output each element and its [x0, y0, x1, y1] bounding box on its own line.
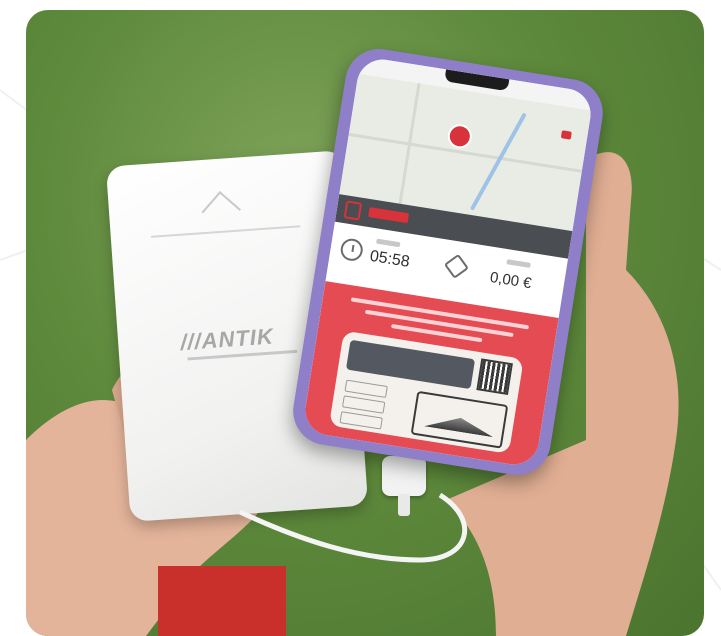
time-caption — [376, 238, 401, 248]
qr-code-icon — [476, 358, 513, 396]
clock-icon — [339, 237, 365, 263]
map-marker[interactable] — [560, 130, 572, 140]
phone-screen: 05:58 0,00 € — [301, 55, 595, 469]
price-caption — [506, 259, 531, 268]
rental-price: 0,00 € — [488, 268, 533, 293]
powerbank-station-icon — [343, 200, 363, 221]
station-label — [368, 207, 410, 224]
insert-slot-icon — [410, 390, 509, 449]
slot-row — [341, 395, 386, 414]
tag-icon — [443, 253, 469, 279]
slot-row — [344, 379, 388, 398]
return-illustration — [328, 330, 524, 454]
usb-adapter — [382, 456, 426, 516]
usb-adapter-tip — [398, 494, 410, 516]
slot-row — [339, 411, 383, 430]
map-pin-icon[interactable] — [446, 122, 474, 151]
rental-time: 05:58 — [368, 247, 411, 271]
